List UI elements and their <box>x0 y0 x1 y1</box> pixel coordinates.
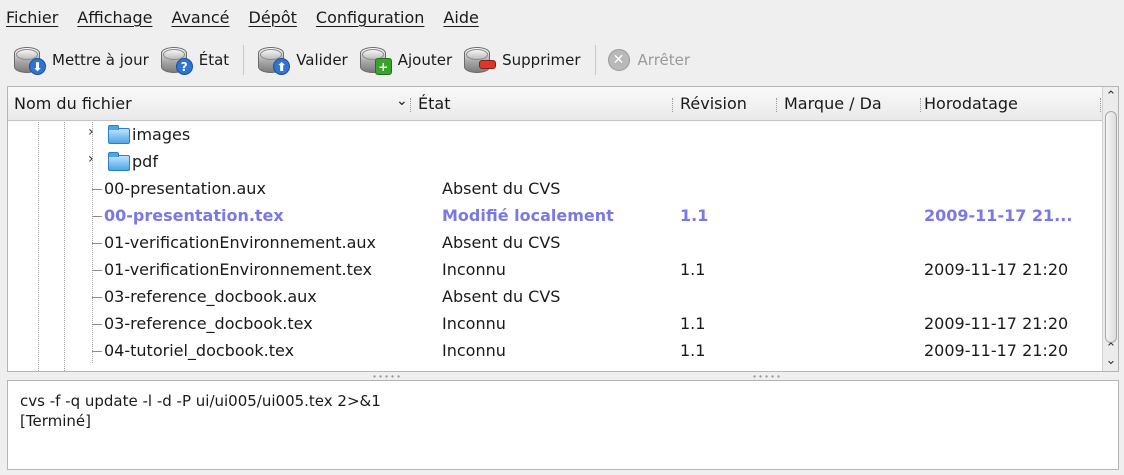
column-separator <box>410 98 412 112</box>
vertical-scrollbar[interactable]: ⌃ ⌃ ⌄ <box>1102 87 1118 371</box>
commit-button[interactable]: ⬆ Valider <box>256 40 348 80</box>
tree-branch <box>92 243 102 244</box>
column-tag[interactable]: Marque / Da <box>784 94 882 113</box>
status-label: État <box>198 51 230 69</box>
menu-file[interactable]: Fichier <box>6 8 58 27</box>
menu-settings[interactable]: Configuration <box>316 8 425 27</box>
table-row[interactable]: 04-tutoriel_docbook.tex Inconnu 1.1 2009… <box>8 338 1106 365</box>
splitter-handle[interactable]: ∙∙∙∙∙ ∙∙∙∙∙ <box>0 372 1124 381</box>
row-state: Absent du CVS <box>442 233 561 252</box>
row-timestamp: 2009-11-17 21:20 <box>924 314 1069 333</box>
file-tree[interactable]: Nom du fichier ⌄ État Révision Marque / … <box>7 86 1119 372</box>
row-state: Modifié localement <box>442 206 614 225</box>
row-revision: 1.1 <box>680 260 706 279</box>
row-revision: 1.1 <box>680 314 706 333</box>
menu-repository[interactable]: Dépôt <box>249 8 297 27</box>
row-name: 04-tutoriel_docbook.tex <box>104 341 295 360</box>
table-row[interactable]: 00-presentation.aux Absent du CVS <box>8 176 1106 203</box>
menu-help[interactable]: Aide <box>443 8 478 27</box>
row-state: Inconnu <box>442 341 506 360</box>
stop-button[interactable]: ✕ Arrêter <box>607 40 691 80</box>
table-row[interactable]: 03-reference_docbook.aux Absent du CVS <box>8 284 1106 311</box>
row-name: 01-verificationEnvironnement.tex <box>104 260 372 279</box>
stop-label: Arrêter <box>637 51 691 69</box>
table-row[interactable]: 03-reference_docbook.tex Inconnu 1.1 200… <box>8 311 1106 338</box>
folder-icon <box>108 152 130 171</box>
tree-row-folder[interactable]: › images <box>8 122 1106 149</box>
row-timestamp: 2009-11-17 21:20 <box>924 341 1069 360</box>
status-button[interactable]: ? État <box>159 40 229 80</box>
add-label: Ajouter <box>397 51 453 69</box>
column-name[interactable]: Nom du fichier <box>14 94 132 113</box>
column-timestamp[interactable]: Horodatage <box>924 94 1018 113</box>
add-button[interactable]: + Ajouter <box>358 40 452 80</box>
db-add-icon: + <box>358 45 392 75</box>
output-result: [Terminé] <box>20 412 91 430</box>
menu-bar: Fichier Affichage Avancé Dépôt Configura… <box>0 0 1124 34</box>
tree-row-folder[interactable]: › pdf <box>8 149 1106 176</box>
stop-icon: ✕ <box>607 49 630 71</box>
row-name: 00-presentation.tex <box>104 206 284 225</box>
column-revision[interactable]: Révision <box>680 94 747 113</box>
chevron-right-icon[interactable]: › <box>88 124 94 140</box>
row-name: pdf <box>132 152 158 171</box>
tree-branch <box>92 324 102 325</box>
tree-branch <box>92 189 102 190</box>
column-separator <box>920 98 922 112</box>
row-timestamp: 2009-11-17 21:20 <box>924 260 1069 279</box>
table-row[interactable]: 01-verificationEnvironnement.aux Absent … <box>8 230 1106 257</box>
row-state: Absent du CVS <box>442 287 561 306</box>
toolbar-separator <box>594 45 596 75</box>
db-commit-icon: ⬆ <box>256 45 291 75</box>
row-name: 03-reference_docbook.aux <box>104 287 317 306</box>
row-name: 00-presentation.aux <box>104 179 266 198</box>
scroll-down-icon[interactable]: ⌃ ⌄ <box>1103 342 1119 369</box>
output-command: cvs -f -q update -l -d -P ui/ui005/ui005… <box>20 392 381 410</box>
row-state: Absent du CVS <box>442 179 561 198</box>
update-button[interactable]: ⬇ Mettre à jour <box>12 40 149 80</box>
menu-advanced[interactable]: Avancé <box>171 8 229 27</box>
db-update-icon: ⬇ <box>12 45 46 75</box>
tree-branch <box>92 297 102 298</box>
row-name: images <box>132 125 191 144</box>
row-timestamp: 2009-11-17 21... <box>924 206 1073 225</box>
scroll-up-icon[interactable]: ⌃ <box>1103 89 1119 105</box>
toolbar-separator <box>243 45 245 75</box>
row-revision: 1.1 <box>680 206 709 225</box>
row-name: 03-reference_docbook.tex <box>104 314 313 333</box>
tree-rows: › images › pdf 00-presentation.aux Absen… <box>8 122 1106 371</box>
column-separator <box>776 98 778 112</box>
row-revision: 1.1 <box>680 341 706 360</box>
row-state: Inconnu <box>442 314 506 333</box>
update-label: Mettre à jour <box>52 51 149 69</box>
db-remove-icon <box>462 45 497 75</box>
scroll-thumb[interactable] <box>1105 111 1117 343</box>
tree-branch <box>92 270 102 271</box>
output-panel[interactable]: cvs -f -q update -l -d -P ui/ui005/ui005… <box>7 380 1119 470</box>
row-state: Inconnu <box>442 260 506 279</box>
table-row[interactable]: 00-presentation.tex Modifié localement 1… <box>8 203 1106 230</box>
column-state[interactable]: État <box>418 94 450 113</box>
toolbar: ⬇ Mettre à jour ? État ⬆ Valider + Ajout… <box>0 38 1124 82</box>
chevron-down-icon: ⌄ <box>396 93 408 109</box>
tree-branch <box>92 351 102 352</box>
db-status-icon: ? <box>159 45 193 75</box>
remove-button[interactable]: Supprimer <box>462 40 581 80</box>
menu-view[interactable]: Affichage <box>77 8 152 27</box>
folder-icon <box>108 125 130 144</box>
row-name: 01-verificationEnvironnement.aux <box>104 233 377 252</box>
tree-branch <box>92 216 102 217</box>
chevron-right-icon[interactable]: › <box>88 151 94 167</box>
column-separator <box>672 98 674 112</box>
tree-header: Nom du fichier ⌄ État Révision Marque / … <box>8 87 1106 121</box>
table-row[interactable]: 01-verificationEnvironnement.tex Inconnu… <box>8 257 1106 284</box>
commit-label: Valider <box>296 51 348 69</box>
remove-label: Supprimer <box>502 51 581 69</box>
